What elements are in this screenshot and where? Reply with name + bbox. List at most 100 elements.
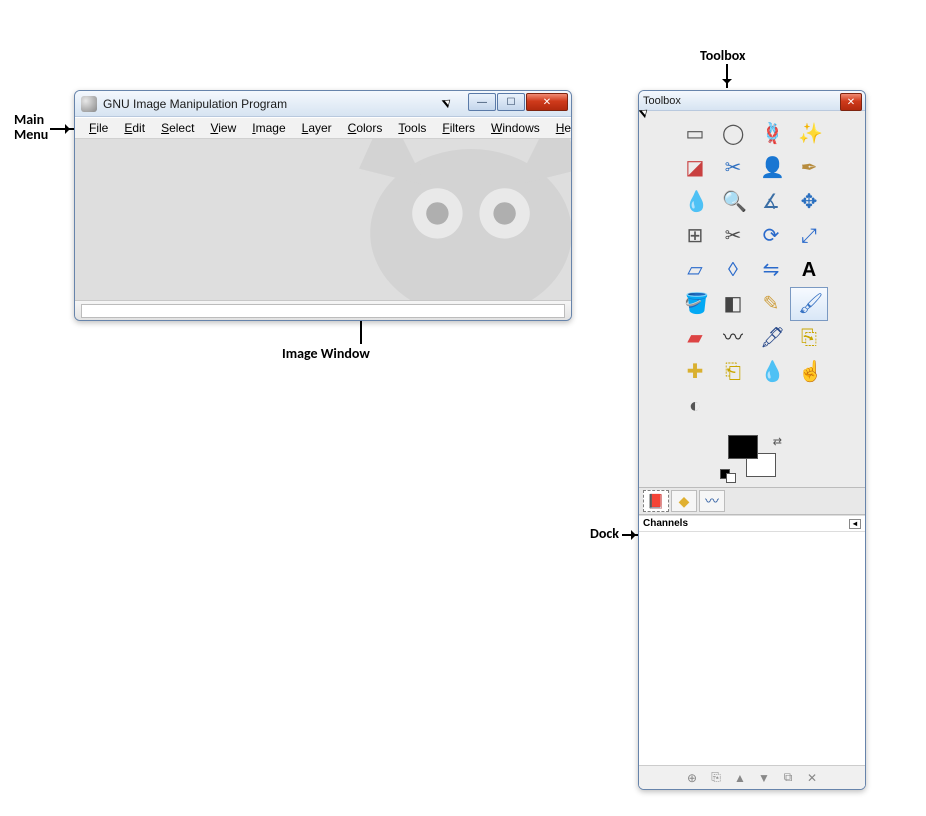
dock-button-1[interactable]: ⎘	[707, 770, 725, 786]
rotate-tool[interactable]: ⟳	[752, 219, 790, 253]
rect-select-tool[interactable]: ▭	[676, 117, 714, 151]
dock-button-2[interactable]: ▲	[731, 770, 749, 786]
ellipse-select-tool-icon: ◯	[722, 123, 744, 145]
fuzzy-select-tool-icon: ✨	[798, 123, 820, 145]
dock-button-0[interactable]: ⊕	[683, 770, 701, 786]
annotation-main-menu: Main Menu	[14, 112, 48, 143]
rect-select-tool-icon: ▭	[684, 123, 706, 145]
menu-layer[interactable]: Layer	[294, 118, 340, 138]
channels-tab[interactable]: ◆	[671, 490, 697, 512]
cursor-icon	[442, 96, 454, 108]
image-window-titlebar[interactable]: GNU Image Manipulation Program — ☐ ✕	[75, 91, 571, 117]
maximize-button[interactable]: ☐	[497, 93, 525, 111]
move-tool[interactable]: ✥	[790, 185, 828, 219]
canvas-area[interactable]	[75, 139, 571, 300]
lasso-tool-icon: 🪢	[760, 123, 782, 145]
move-tool-icon: ✥	[798, 191, 820, 213]
close-button[interactable]: ✕	[526, 93, 568, 111]
smudge-tool-icon: ☝	[798, 361, 820, 383]
dock-button-5[interactable]: ✕	[803, 770, 821, 786]
minimize-button[interactable]: —	[468, 93, 496, 111]
menu-filters[interactable]: Filters	[434, 118, 483, 138]
clone-tool[interactable]: ⎘	[790, 321, 828, 355]
fg-bg-color-swatch[interactable]: ⇄	[720, 435, 784, 479]
scissors-tool[interactable]: ✂	[714, 151, 752, 185]
arrow-main-menu	[50, 128, 74, 130]
text-tool[interactable]: A	[790, 253, 828, 287]
menu-colors[interactable]: Colors	[340, 118, 391, 138]
swap-colors-icon[interactable]: ⇄	[773, 435, 782, 448]
flip-tool[interactable]: ⇋	[752, 253, 790, 287]
blend-tool[interactable]: ◧	[714, 287, 752, 321]
menu-file[interactable]: File	[81, 118, 116, 138]
crop-tool[interactable]: ✂	[714, 219, 752, 253]
arrow-toolbox	[726, 64, 728, 88]
menu-help[interactable]: Help	[548, 118, 572, 138]
dock-tabs: 📕◆〰	[639, 487, 865, 515]
blur-tool[interactable]: 💧	[752, 355, 790, 389]
main-menu-bar: FileEditSelectViewImageLayerColorsToolsF…	[75, 117, 571, 139]
blend-tool-icon: ◧	[722, 293, 744, 315]
paths-tool[interactable]: ✒	[790, 151, 828, 185]
perspective-tool[interactable]: ◊	[714, 253, 752, 287]
toolbox-close-button[interactable]: ✕	[840, 93, 862, 111]
menu-edit[interactable]: Edit	[116, 118, 153, 138]
toolbox-title: Toolbox	[643, 95, 681, 107]
menu-view[interactable]: View	[202, 118, 244, 138]
flip-tool-icon: ⇋	[760, 259, 782, 281]
scale-tool[interactable]: ⤢	[790, 219, 828, 253]
paths-tool-icon: ✒	[798, 157, 820, 179]
shear-tool[interactable]: ▱	[676, 253, 714, 287]
image-window-statusbar	[75, 300, 571, 320]
dock-panel-content[interactable]	[639, 532, 865, 765]
eraser-tool[interactable]: ▰	[676, 321, 714, 355]
heal-tool[interactable]: ✚	[676, 355, 714, 389]
zoom-tool[interactable]: 🔍	[714, 185, 752, 219]
scale-tool-icon: ⤢	[798, 225, 820, 247]
paths-tab[interactable]: 〰	[699, 490, 725, 512]
measure-tool[interactable]: ∡	[752, 185, 790, 219]
airbrush-tool-icon: 〰	[722, 327, 744, 349]
default-colors-icon-bg	[726, 473, 736, 483]
ellipse-select-tool[interactable]: ◯	[714, 117, 752, 151]
pencil-tool-icon: ✎	[760, 293, 782, 315]
dodge-burn-tool[interactable]: ◐	[676, 389, 714, 423]
menu-select[interactable]: Select	[153, 118, 202, 138]
wilber-watermark-icon	[331, 139, 571, 300]
toolbox-titlebar[interactable]: Toolbox ✕	[639, 91, 865, 111]
smudge-tool[interactable]: ☝	[790, 355, 828, 389]
color-picker-tool-icon: 💧	[684, 191, 706, 213]
bucket-fill-tool[interactable]: 🪣	[676, 287, 714, 321]
annotation-dock: Dock	[590, 526, 619, 541]
perspective-clone-tool[interactable]: ⎗	[714, 355, 752, 389]
dock-panel: Channels ◂ ⊕⎘▲▼⧉✕	[639, 515, 865, 789]
eraser-tool-icon: ▰	[684, 327, 706, 349]
paintbrush-tool[interactable]: 🖌	[790, 287, 828, 321]
menu-image[interactable]: Image	[244, 118, 293, 138]
tool-grid: ▭◯🪢✨◪✂👤✒💧🔍∡✥⊞✂⟳⤢▱◊⇋A🪣◧✎🖌▰〰🖋⎘✚⎗💧☝◐	[639, 111, 865, 431]
status-inset	[81, 304, 565, 318]
crop-tool-icon: ✂	[722, 225, 744, 247]
fuzzy-select-tool[interactable]: ✨	[790, 117, 828, 151]
paintbrush-tool-icon: 🖌	[798, 293, 820, 315]
lasso-tool[interactable]: 🪢	[752, 117, 790, 151]
align-tool[interactable]: ⊞	[676, 219, 714, 253]
panel-menu-icon[interactable]: ◂	[849, 519, 861, 529]
menu-tools[interactable]: Tools	[390, 118, 434, 138]
annotation-image-window: Image Window	[282, 346, 370, 361]
dock-button-3[interactable]: ▼	[755, 770, 773, 786]
perspective-tool-icon: ◊	[722, 259, 744, 281]
pencil-tool[interactable]: ✎	[752, 287, 790, 321]
menu-windows[interactable]: Windows	[483, 118, 548, 138]
layers-tab[interactable]: 📕	[643, 490, 669, 512]
align-tool-icon: ⊞	[684, 225, 706, 247]
bucket-fill-tool-icon: 🪣	[684, 293, 706, 315]
foreground-color-swatch[interactable]	[728, 435, 758, 459]
foreground-select-tool[interactable]: 👤	[752, 151, 790, 185]
select-by-color-tool[interactable]: ◪	[676, 151, 714, 185]
color-picker-tool[interactable]: 💧	[676, 185, 714, 219]
heal-tool-icon: ✚	[684, 361, 706, 383]
airbrush-tool[interactable]: 〰	[714, 321, 752, 355]
ink-tool[interactable]: 🖋	[752, 321, 790, 355]
dock-button-4[interactable]: ⧉	[779, 770, 797, 786]
